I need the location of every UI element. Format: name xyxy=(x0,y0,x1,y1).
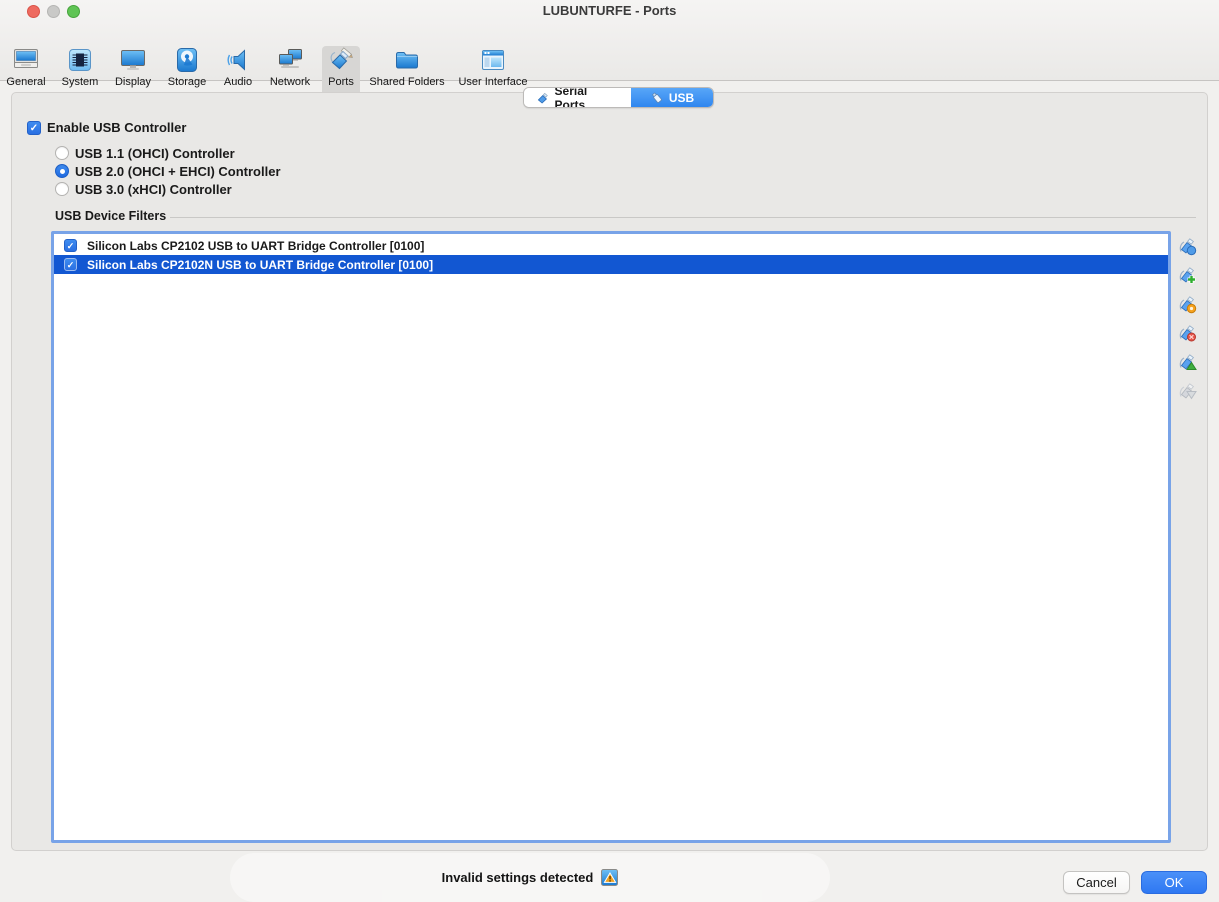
usb30-radio[interactable] xyxy=(55,182,69,196)
enable-usb-row: ✓ Enable USB Controller xyxy=(27,120,186,135)
remove-filter-button[interactable] xyxy=(1176,323,1198,343)
window-header: LUBUNTURFE - Ports General System xyxy=(0,0,1219,81)
edit-filter-icon xyxy=(1177,294,1197,314)
toolbar-item-display[interactable]: Display xyxy=(109,46,157,96)
usb20-radio[interactable] xyxy=(55,164,69,178)
usb11-label[interactable]: USB 1.1 (OHCI) Controller xyxy=(75,146,235,161)
filter-checkbox[interactable]: ✓ xyxy=(64,239,77,252)
filter-actions-toolbar xyxy=(1176,236,1198,410)
toolbar-label: Display xyxy=(115,76,151,88)
edit-filter-button[interactable] xyxy=(1176,294,1198,314)
filter-checkbox[interactable]: ✓ xyxy=(64,258,77,271)
invalid-settings-text: Invalid settings detected xyxy=(442,870,594,885)
toolbar-item-storage[interactable]: Storage xyxy=(163,46,211,96)
add-empty-filter-button[interactable] xyxy=(1176,236,1198,256)
tab-usb[interactable]: USB xyxy=(631,88,713,107)
toolbar-label: Storage xyxy=(168,76,207,88)
filter-label: Silicon Labs CP2102 USB to UART Bridge C… xyxy=(87,239,424,253)
usb-device-filters-heading: USB Device Filters xyxy=(55,209,166,223)
virtualbox-settings-window: { "window": { "title": "LUBUNTURFE - Por… xyxy=(0,0,1219,902)
toolbar-label: Ports xyxy=(328,76,354,88)
toolbar-label: User Interface xyxy=(458,76,527,88)
usb-filter-list[interactable]: ✓ Silicon Labs CP2102 USB to UART Bridge… xyxy=(51,231,1171,843)
move-filter-up-icon xyxy=(1177,352,1197,372)
toolbar-label: System xyxy=(62,76,99,88)
toolbar-label: Audio xyxy=(224,76,252,88)
toolbar-label: Shared Folders xyxy=(369,76,444,88)
toolbar-item-network[interactable]: Network xyxy=(259,46,321,96)
toolbar-item-system[interactable]: System xyxy=(56,46,104,96)
window-title: LUBUNTURFE - Ports xyxy=(0,0,1219,22)
remove-filter-icon xyxy=(1177,323,1197,343)
usb30-label[interactable]: USB 3.0 (xHCI) Controller xyxy=(75,182,232,197)
usb30-radio-row: USB 3.0 (xHCI) Controller xyxy=(55,181,232,197)
move-filter-up-button[interactable] xyxy=(1176,352,1198,372)
tab-serial-ports[interactable]: Serial Ports xyxy=(524,88,631,107)
status-bubble: Invalid settings detected xyxy=(230,853,830,902)
usb-filter-row[interactable]: ✓ Silicon Labs CP2102 USB to UART Bridge… xyxy=(54,236,1168,255)
toolbar-item-ports[interactable]: Ports xyxy=(322,46,360,96)
add-empty-filter-icon xyxy=(1177,236,1197,256)
network-icon xyxy=(277,47,303,73)
audio-icon xyxy=(225,47,251,73)
filter-label: Silicon Labs CP2102N USB to UART Bridge … xyxy=(87,258,433,272)
ports-tabbar: Serial Ports USB xyxy=(523,87,714,108)
titlebar[interactable]: LUBUNTURFE - Ports xyxy=(0,0,1219,22)
add-filter-from-device-button[interactable] xyxy=(1176,265,1198,285)
toolbar-item-general[interactable]: General xyxy=(2,46,50,96)
settings-toolbar: General System Display xyxy=(0,22,1219,80)
user-interface-icon xyxy=(480,47,506,73)
serial-ports-icon xyxy=(536,91,550,105)
shared-folders-icon xyxy=(394,47,420,73)
usb20-radio-row: USB 2.0 (OHCI + EHCI) Controller xyxy=(55,163,281,179)
toolbar-item-audio[interactable]: Audio xyxy=(214,46,262,96)
invalid-settings-warning-icon xyxy=(601,869,618,886)
usb11-radio[interactable] xyxy=(55,146,69,160)
add-filter-from-device-icon xyxy=(1177,265,1197,285)
system-icon xyxy=(67,47,93,73)
tab-label: USB xyxy=(669,91,694,105)
display-icon xyxy=(120,47,146,73)
toolbar-label: General xyxy=(6,76,45,88)
ok-button[interactable]: OK xyxy=(1141,871,1207,894)
usb-filter-row-selected[interactable]: ✓ Silicon Labs CP2102N USB to UART Bridg… xyxy=(54,255,1168,274)
enable-usb-label[interactable]: Enable USB Controller xyxy=(47,120,186,135)
toolbar-label: Network xyxy=(270,76,310,88)
enable-usb-checkbox[interactable]: ✓ xyxy=(27,121,41,135)
general-icon xyxy=(13,47,39,73)
usb11-radio-row: USB 1.1 (OHCI) Controller xyxy=(55,145,235,161)
move-filter-down-icon xyxy=(1177,381,1197,401)
usb-icon xyxy=(650,91,664,105)
tab-label: Serial Ports xyxy=(555,87,619,108)
ports-icon xyxy=(328,47,354,73)
toolbar-item-shared-folders[interactable]: Shared Folders xyxy=(357,46,457,96)
storage-icon xyxy=(174,47,200,73)
usb20-label[interactable]: USB 2.0 (OHCI + EHCI) Controller xyxy=(75,164,281,179)
section-divider xyxy=(170,217,1196,218)
cancel-button[interactable]: Cancel xyxy=(1063,871,1130,894)
move-filter-down-button xyxy=(1176,381,1198,401)
